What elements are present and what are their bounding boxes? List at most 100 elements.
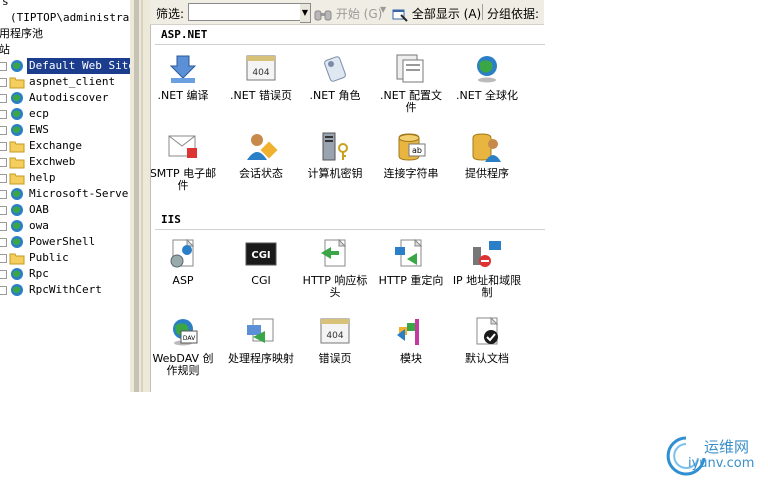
tree-item-label: ecp (29, 107, 49, 120)
tree-item-label: RpcWithCert (29, 283, 102, 296)
modules-icon (393, 315, 429, 349)
tree-item-label: aspnet_client (29, 75, 116, 88)
show-all-button[interactable]: 全部显示 (A) (392, 5, 481, 22)
error-page-icon: 404 (243, 52, 279, 86)
feature-item[interactable]: 404 错误页 (299, 315, 371, 365)
tree-expand-toggle[interactable] (0, 78, 7, 87)
feature-item[interactable]: 默认文档 (451, 315, 523, 365)
toolbar-separator (482, 4, 483, 20)
tree-expand-toggle[interactable] (0, 142, 7, 151)
svg-text:ab: ab (412, 146, 422, 155)
filter-input[interactable] (188, 3, 306, 21)
cgi-icon: CGI (243, 237, 279, 271)
tree-expand-toggle[interactable] (0, 62, 7, 71)
filter-toolbar: 筛选: ▼ 开始 (G) ▼ 全部显示 (A) 分组依据: (150, 0, 544, 25)
tree-expand-toggle[interactable] (0, 158, 7, 167)
feature-item[interactable]: .NET 编译 (151, 52, 219, 102)
feature-item[interactable]: ab 连接字符串 (375, 130, 447, 180)
svg-text:CGI: CGI (251, 250, 270, 261)
feature-item[interactable]: .NET 角色 (299, 52, 371, 102)
tree-app-pools[interactable]: 应用程序池 (0, 26, 43, 42)
handler-mappings-icon (243, 315, 279, 349)
tree-expand-toggle[interactable] (0, 110, 7, 119)
feature-item[interactable]: HTTP 重定向 (375, 237, 447, 287)
feature-item[interactable]: ASP (151, 237, 219, 287)
net-compile-icon (165, 52, 201, 86)
feature-item[interactable]: 目 (521, 315, 545, 365)
start-button[interactable]: 开始 (G) (314, 5, 382, 22)
globe-icon (9, 203, 25, 217)
smtp-email-icon (165, 130, 201, 164)
tree-expand-toggle[interactable] (0, 174, 7, 183)
svg-text:DAV: DAV (183, 335, 196, 342)
splitter-bar (134, 0, 139, 392)
feature-label: 提供程序 (465, 167, 509, 180)
tree-partial-top: s (2, 0, 9, 8)
section-header[interactable]: ASP.NET (161, 28, 207, 42)
feature-item[interactable]: .NE (521, 52, 545, 102)
globalization-icon (469, 52, 505, 86)
svg-text:404: 404 (326, 331, 343, 341)
asp-icon (165, 237, 201, 271)
feature-item[interactable]: HTTP 响应标头 (299, 237, 371, 299)
group-by-label[interactable]: 分组依据: (487, 5, 539, 22)
globe-icon (9, 187, 25, 201)
globe-icon (9, 59, 25, 73)
start-dropdown-icon[interactable]: ▼ (380, 5, 386, 14)
globe-icon (9, 283, 25, 297)
partial-icon (539, 52, 545, 86)
feature-item[interactable]: 404 .NET 错误页 (225, 52, 297, 102)
show-all-icon (392, 9, 408, 22)
tree-sites[interactable]: 网站 (0, 42, 10, 58)
tree-item-label: Rpc (29, 267, 49, 280)
feature-label: 模块 (400, 352, 422, 365)
pane-splitter[interactable] (130, 0, 150, 392)
tree-expand-toggle[interactable] (0, 206, 7, 215)
globe-icon (9, 219, 25, 233)
feature-item[interactable]: IS (521, 237, 545, 287)
feature-item[interactable]: 会话状态 (225, 130, 297, 180)
tree-item-label: Microsoft-Server- (29, 187, 131, 200)
feature-label: IS (521, 275, 545, 287)
tree-expand-toggle[interactable] (0, 190, 7, 199)
section-header[interactable]: IIS (161, 213, 181, 227)
feature-item[interactable]: .NET 配置文件 (375, 52, 447, 114)
feature-item[interactable]: SMTP 电子邮件 (151, 130, 219, 192)
feature-item[interactable]: 提供程序 (451, 130, 523, 180)
watermark-en-text: iyunv.com (688, 456, 755, 471)
feature-item[interactable]: 计算机密钥 (299, 130, 371, 180)
tree-expand-toggle[interactable] (0, 222, 7, 231)
feature-item[interactable]: IP 地址和域限制 (451, 237, 523, 299)
folder-icon (9, 75, 25, 89)
tree-item-label: Default Web Site (27, 58, 130, 74)
feature-item[interactable]: 模块 (375, 315, 447, 365)
feature-item[interactable]: 处理程序映射 (225, 315, 297, 365)
filter-dropdown-button[interactable]: ▼ (300, 3, 311, 23)
feature-item[interactable]: 页 (521, 130, 545, 180)
error-pages-icon: 404 (317, 315, 353, 349)
section-divider (155, 229, 545, 230)
feature-label: 页 (521, 168, 545, 180)
connections-tree[interactable]: s (TIPTOP\administrato 应用程序池 网站 Default … (0, 0, 131, 392)
globe-icon (9, 107, 25, 121)
binoculars-icon (314, 10, 332, 20)
watermark-cn-text: 运维网 (704, 438, 750, 456)
tree-expand-toggle[interactable] (0, 270, 7, 279)
tree-expand-toggle[interactable] (0, 254, 7, 263)
feature-item[interactable]: .NET 全球化 (451, 52, 523, 102)
feature-label: 计算机密钥 (307, 167, 363, 180)
feature-label: 连接字符串 (383, 167, 439, 180)
http-redirect-icon (393, 237, 429, 271)
feature-item[interactable]: DAV WebDAV 创作规则 (151, 315, 219, 377)
feature-item[interactable]: CGI CGI (225, 237, 297, 287)
partial-icon (539, 237, 545, 271)
tree-expand-toggle[interactable] (0, 238, 7, 247)
tree-expand-toggle[interactable] (0, 286, 7, 295)
tree-expand-toggle[interactable] (0, 94, 7, 103)
feature-label: HTTP 响应标头 (302, 274, 368, 299)
tree-expand-toggle[interactable] (0, 126, 7, 135)
svg-text:404: 404 (252, 68, 269, 78)
feature-label: .NE (521, 90, 545, 102)
tree-server-node[interactable]: (TIPTOP\administrato (10, 10, 130, 26)
show-all-label: 全部显示 (A) (411, 7, 482, 21)
